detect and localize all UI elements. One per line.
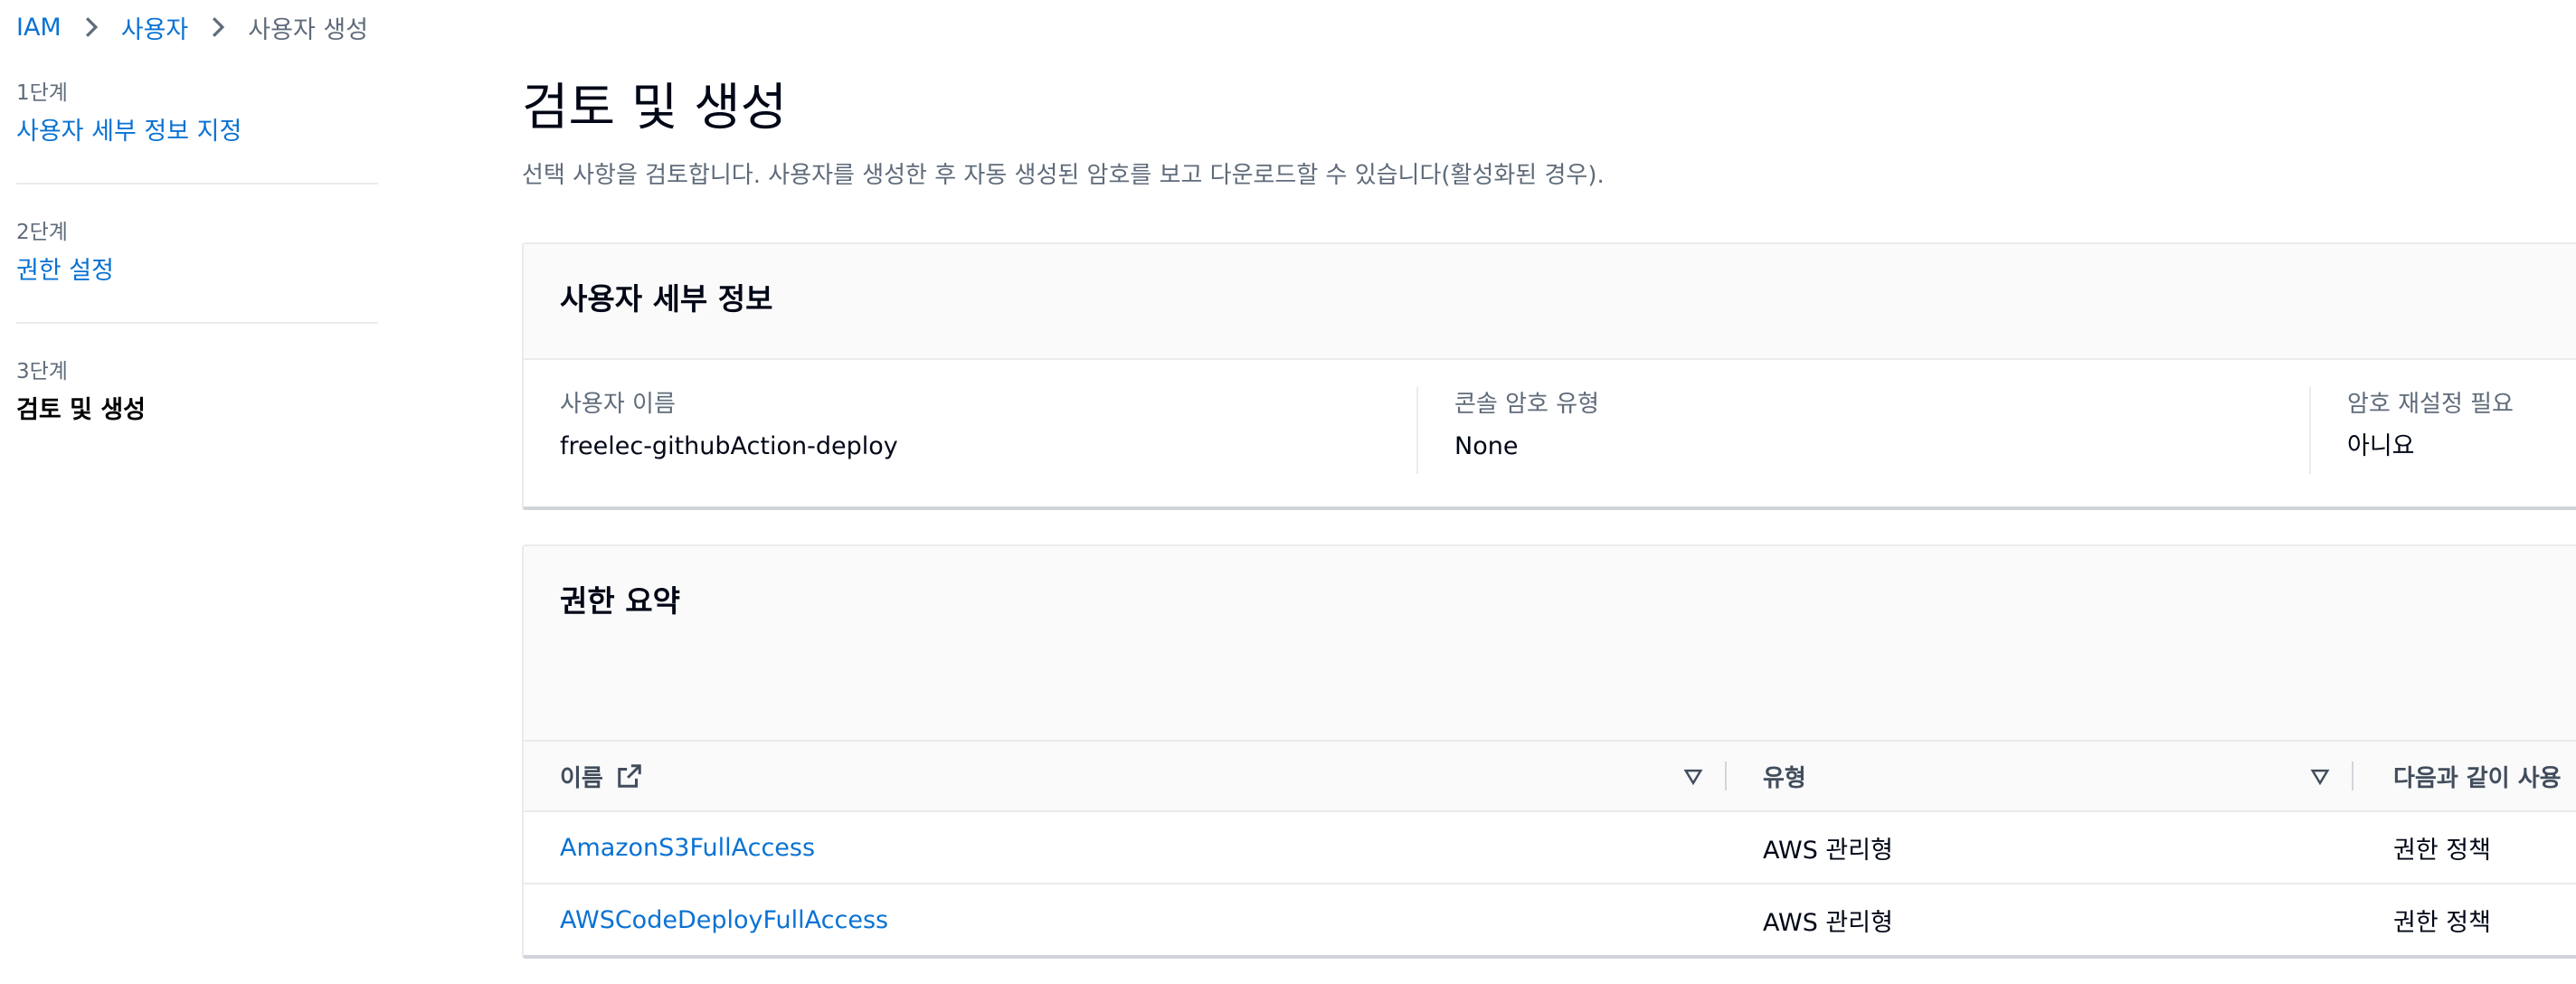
sort-caret-down-icon[interactable] [1683,766,1703,786]
breadcrumb: IAM 사용자 사용자 생성 [16,9,368,45]
policy-usage-cell: 권한 정책 [2353,811,2576,885]
policy-name-cell: AmazonS3FullAccess [524,811,1727,885]
column-header-label: 다음과 같이 사용 [2393,764,2562,792]
permissions-summary-title: 권한 요약 [560,583,680,619]
column-header-type[interactable]: 유형 [1727,742,2353,812]
policy-usage-cell: 권한 정책 [2393,909,2491,937]
page-description: 선택 사항을 검토합니다. 사용자를 생성한 후 자동 생성된 암호를 보고 다… [522,162,1605,189]
field-label: 콘솔 암호 유형 [1454,391,1600,418]
breadcrumb-users-link[interactable]: 사용자 [121,10,189,45]
user-details-title: 사용자 세부 정보 [560,281,773,317]
external-link-icon [616,762,643,790]
breadcrumb-current: 사용자 생성 [248,15,369,44]
chevron-right-icon [80,15,103,39]
wizard-step-3: 3단계 검토 및 생성 [16,356,378,461]
field-user-name: 사용자 이름 freelec-githubAction-deploy [524,387,1416,474]
wizard-steps-nav: 1단계 사용자 세부 정보 지정 2단계 권한 설정 3단계 검토 및 생성 [16,78,378,494]
step-current-review: 검토 및 생성 [16,396,146,424]
field-value: freelec-githubAction-deploy [560,432,898,460]
main-content: 검토 및 생성 선택 사항을 검토합니다. 사용자를 생성한 후 자동 생성된 … [522,72,2576,192]
field-label: 사용자 이름 [560,391,676,418]
sort-caret-down-icon[interactable] [2310,766,2330,786]
policy-type-cell: AWS 관리형 [1763,909,1893,937]
container-header: 사용자 세부 정보 [524,244,2576,360]
policy-link[interactable]: AWSCodeDeployFullAccess [560,906,888,934]
step-number: 2단계 [16,221,68,244]
field-password-reset-required: 암호 재설정 필요 아니요 [2309,387,2576,474]
column-header-label: 이름 [560,764,603,792]
field-value: None [1454,432,1519,460]
user-details-fields: 사용자 이름 freelec-githubAction-deploy 콘솔 암호… [524,360,2576,474]
table-row: AmazonS3FullAccess AWS 관리형 권한 정책 [524,811,2576,885]
column-header-used-as[interactable]: 다음과 같이 사용 [2353,742,2576,812]
field-console-password-type: 콘솔 암호 유형 None [1416,387,2309,474]
user-details-container: 사용자 세부 정보 사용자 이름 freelec-githubAction-de… [522,242,2576,510]
field-label: 암호 재설정 필요 [2347,391,2514,418]
step-number: 1단계 [16,81,68,105]
page-title: 검토 및 생성 [522,79,788,137]
breadcrumb-iam-link[interactable]: IAM [16,14,62,42]
wizard-step-1: 1단계 사용자 세부 정보 지정 [16,78,378,184]
policy-type-cell: AWS 관리형 [1727,811,2353,885]
chevron-right-icon [206,15,230,39]
column-header-label: 유형 [1763,764,1806,792]
column-header-name[interactable]: 이름 [524,742,1727,812]
table-row: AWSCodeDeployFullAccess AWS 관리형 권한 정책 [524,884,2576,956]
policy-link[interactable]: AmazonS3FullAccess [560,834,815,862]
permissions-summary-container: 권한 요약 이름 유형 다음과 같이 사용 AmazonS3FullAccess… [522,544,2576,959]
permissions-table: 이름 유형 다음과 같이 사용 AmazonS3FullAccess AWS 관… [524,742,2576,956]
wizard-step-2: 2단계 권한 설정 [16,217,378,324]
container-header: 권한 요약 [524,546,2576,742]
step-link-permissions[interactable]: 권한 설정 [16,253,378,289]
table-header-row: 이름 유형 다음과 같이 사용 [524,742,2576,812]
step-link-user-details[interactable]: 사용자 세부 정보 지정 [16,114,378,150]
step-number: 3단계 [16,360,68,383]
field-value: 아니요 [2347,432,2415,460]
policy-name-cell: AWSCodeDeployFullAccess [524,884,1727,956]
